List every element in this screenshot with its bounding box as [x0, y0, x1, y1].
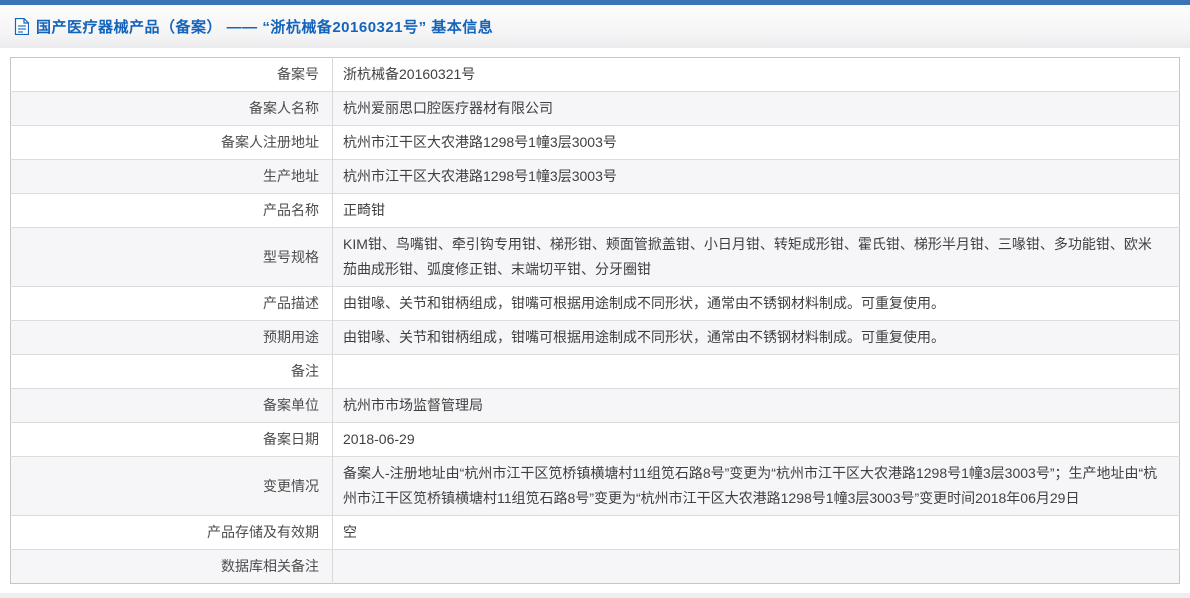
row-label: 备案人名称: [10, 91, 333, 126]
row-label: 生产地址: [10, 159, 333, 194]
row-label: 备注: [10, 354, 333, 389]
table-row: 备案日期 2018-06-29: [10, 422, 1180, 457]
table-row: 产品存储及有效期空: [10, 515, 1180, 550]
row-value: 由钳喙、关节和钳柄组成，钳嘴可根据用途制成不同形状，通常由不锈钢材料制成。可重复…: [332, 320, 1180, 355]
table-row: 备案号 浙杭械备20160321号: [10, 57, 1180, 92]
row-value: 2018-06-29: [332, 422, 1180, 457]
table-row: 变更情况 备案人-注册地址由“杭州市江干区笕桥镇横塘村11组笕石路8号”变更为“杭…: [10, 456, 1180, 516]
table-row: 产品名称 正畸钳: [10, 193, 1180, 228]
row-value: 正畸钳: [332, 193, 1180, 228]
footer-bar: [0, 593, 1190, 598]
row-label: 备案单位: [10, 388, 333, 423]
row-label: 变更情况: [10, 456, 333, 516]
row-value: 备案人-注册地址由“杭州市江干区笕桥镇横塘村11组笕石路8号”变更为“杭州市江干…: [332, 456, 1180, 516]
info-table-container: 备案号 浙杭械备20160321号 备案人名称 杭州爱丽思口腔医疗器材有限公司 备案人注…: [10, 57, 1180, 584]
row-value: 浙杭械备20160321号: [343, 66, 476, 82]
table-row: 备案人注册地址 杭州市江干区大农港路1298号1幢3层3003号: [10, 125, 1180, 160]
table-row: 备注: [10, 354, 1180, 389]
table-row: 生产地址 杭州市江干区大农港路1298号1幢3层3003号: [10, 159, 1180, 194]
row-value: 杭州爱丽思口腔医疗器材有限公司: [332, 91, 1180, 126]
table-row: 数据库相关备注: [10, 549, 1180, 584]
table-row: 备案单位 杭州市市场监督管理局: [10, 388, 1180, 423]
row-label: 预期用途: [10, 320, 333, 355]
registration-info-table: 备案号 浙杭械备20160321号 备案人名称 杭州爱丽思口腔医疗器材有限公司 备案人注…: [10, 57, 1180, 584]
table-row: 备案人名称 杭州爱丽思口腔医疗器材有限公司: [10, 91, 1180, 126]
row-value: [332, 354, 1180, 389]
row-label: 型号规格: [10, 227, 333, 287]
table-row: 型号规格 KIM钳、鸟嘴钳、牵引钩专用钳、梯形钳、颊面管掀盖钳、小日月钳、转矩成形…: [10, 227, 1180, 287]
row-label: 产品存储及有效期: [10, 515, 333, 550]
row-label: 产品描述: [10, 286, 333, 321]
row-label: 备案号: [10, 57, 333, 92]
page-header: 国产医疗器械产品（备案） —— “浙杭械备20160321号” 基本信息: [0, 5, 1190, 48]
table-row: 产品描述 由钳喙、关节和钳柄组成，钳嘴可根据用途制成不同形状，通常由不锈钢材料制成…: [10, 286, 1180, 321]
row-value: KIM钳、鸟嘴钳、牵引钩专用钳、梯形钳、颊面管掀盖钳、小日月钳、转矩成形钳、霍氏…: [332, 227, 1180, 287]
row-value: [332, 549, 1180, 584]
row-label: 产品名称: [10, 193, 333, 228]
document-icon: [14, 18, 29, 35]
page-title: 国产医疗器械产品（备案） —— “浙杭械备20160321号” 基本信息: [36, 19, 494, 36]
table-row: 预期用途 由钳喙、关节和钳柄组成，钳嘴可根据用途制成不同形状，通常由不锈钢材料制成…: [10, 320, 1180, 355]
row-value: 杭州市江干区大农港路1298号1幢3层3003号: [332, 125, 1180, 160]
row-value: 空: [332, 515, 1180, 550]
row-label: 备案日期: [10, 422, 333, 457]
row-label: 备案人注册地址: [10, 125, 333, 160]
row-label: 数据库相关备注: [10, 549, 333, 584]
row-value: 由钳喙、关节和钳柄组成，钳嘴可根据用途制成不同形状，通常由不锈钢材料制成。可重复…: [332, 286, 1180, 321]
row-value: 杭州市市场监督管理局: [332, 388, 1180, 423]
row-value: 杭州市江干区大农港路1298号1幢3层3003号: [332, 159, 1180, 194]
